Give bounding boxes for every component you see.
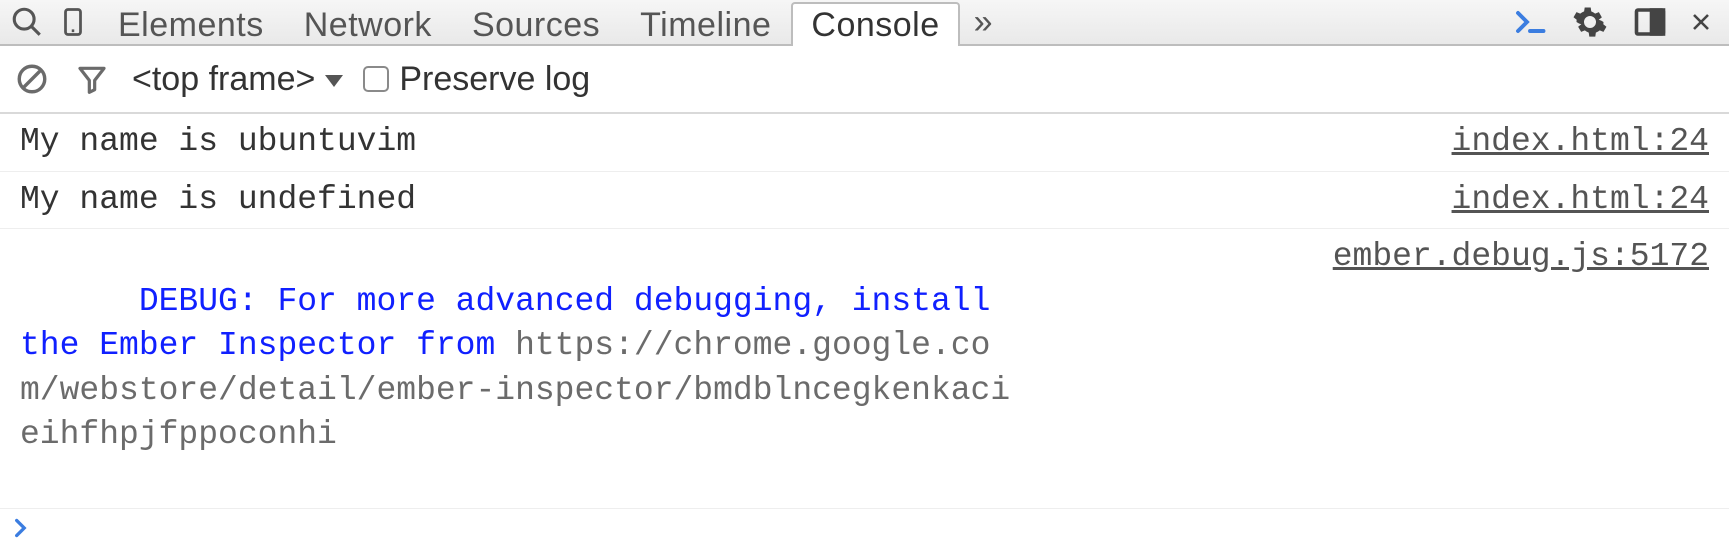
close-icon[interactable] [1689, 1, 1713, 43]
log-message: DEBUG: For more advanced debugging, inst… [20, 235, 1020, 502]
search-icon[interactable] [6, 1, 48, 43]
chevron-down-icon [325, 75, 343, 87]
tab-label: Elements [118, 6, 264, 45]
gear-icon[interactable] [1569, 1, 1611, 43]
console-prompt[interactable] [0, 509, 1729, 541]
log-message: My name is undefined [20, 178, 416, 223]
console-toolbar: <top frame> Preserve log [0, 46, 1729, 114]
tab-label: Sources [472, 6, 600, 45]
dock-icon[interactable] [1629, 1, 1671, 43]
tab-label: Network [304, 6, 432, 45]
tab-console[interactable]: Console [791, 2, 959, 46]
filter-icon[interactable] [72, 59, 112, 99]
tab-sources[interactable]: Sources [452, 2, 620, 46]
log-message: My name is ubuntuvim [20, 120, 416, 165]
device-icon[interactable] [52, 1, 94, 43]
log-row: DEBUG: For more advanced debugging, inst… [0, 229, 1729, 509]
tab-label: Timeline [640, 6, 771, 45]
log-source-link[interactable]: ember.debug.js:5172 [1293, 235, 1709, 280]
tabbar-right-icons [1509, 1, 1723, 43]
preserve-log-checkbox[interactable]: Preserve log [363, 60, 590, 99]
console-shortcut-icon[interactable] [1509, 1, 1551, 43]
context-label: <top frame> [132, 60, 315, 99]
checkbox-box [363, 66, 389, 92]
devtools-tabbar: Elements Network Sources Timeline Consol… [0, 0, 1729, 46]
preserve-log-label: Preserve log [399, 60, 590, 99]
tabs-overflow-button[interactable]: » [964, 3, 1003, 42]
console-log: My name is ubuntuvim index.html:24 My na… [0, 114, 1729, 509]
tab-strip: Elements Network Sources Timeline Consol… [98, 0, 960, 44]
log-source-link[interactable]: index.html:24 [1412, 178, 1709, 223]
tab-elements[interactable]: Elements [98, 2, 284, 46]
log-row: My name is undefined index.html:24 [0, 172, 1729, 230]
tab-label: Console [811, 6, 939, 45]
execution-context-selector[interactable]: <top frame> [132, 60, 343, 99]
log-row: My name is ubuntuvim index.html:24 [0, 114, 1729, 172]
tab-network[interactable]: Network [284, 2, 452, 46]
tab-timeline[interactable]: Timeline [620, 2, 791, 46]
chevron-right-icon [8, 515, 34, 541]
log-source-link[interactable]: index.html:24 [1412, 120, 1709, 165]
clear-icon[interactable] [12, 59, 52, 99]
